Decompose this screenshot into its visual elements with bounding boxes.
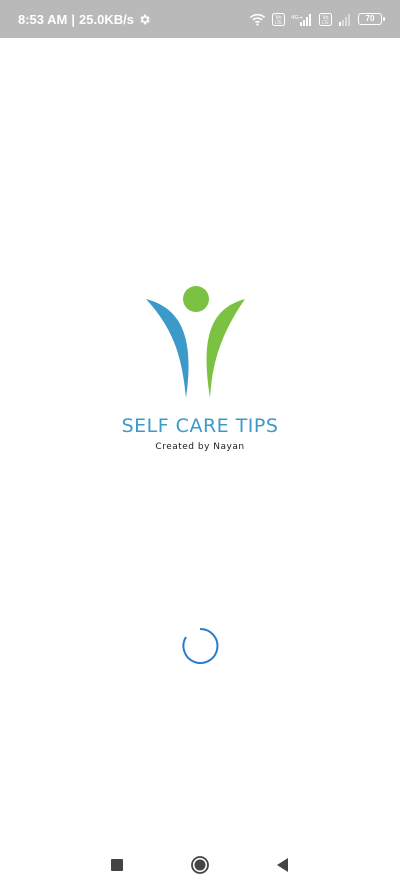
status-right: Vo LTE 4G+ Vo LTE 70 (249, 12, 385, 26)
volte-icon: Vo LTE (272, 12, 285, 26)
app-title: SELF CARE TIPS (121, 415, 279, 437)
battery-icon: 70 (358, 13, 385, 25)
battery-level: 70 (365, 14, 375, 23)
status-separator: | (71, 11, 76, 27)
settings-icon (140, 14, 150, 24)
4g-signal-icon: 4G+ (291, 13, 311, 26)
app-subtitle: Created by Nayan (155, 442, 245, 452)
person-logo-icon (146, 286, 245, 398)
svg-text:LTE: LTE (275, 20, 282, 25)
status-left: 8:53 AM | 25.0KB/s (18, 12, 151, 27)
network-speed: 25.0KB/s (79, 11, 134, 27)
recents-button[interactable] (107, 855, 127, 875)
back-button[interactable] (273, 855, 293, 875)
home-button[interactable] (190, 855, 210, 875)
volte-icon-2: Vo LTE (319, 12, 332, 26)
loading-spinner-icon (182, 627, 219, 664)
svg-text:4G+: 4G+ (291, 15, 304, 21)
svg-text:LTE: LTE (322, 20, 329, 25)
status-time: 8:53 AM (18, 11, 68, 27)
splash-logo: SELF CARE TIPS Created by Nayan (100, 280, 300, 460)
wifi-icon (249, 13, 266, 26)
status-bar: 8:53 AM | 25.0KB/s Vo LTE 4G+ Vo LTE 70 (0, 0, 400, 38)
navigation-bar (0, 841, 400, 889)
signal-icon (339, 13, 350, 26)
